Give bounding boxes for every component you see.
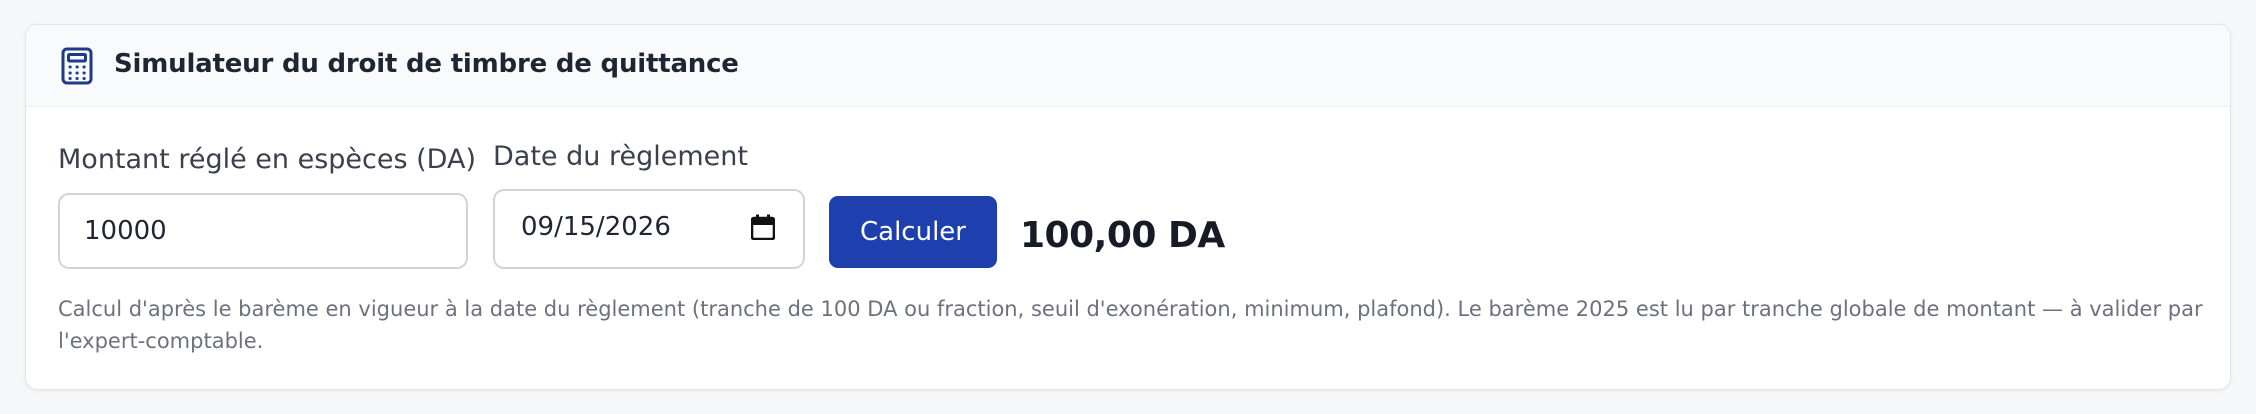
card-title: Simulateur du droit de timbre de quittan… [114, 49, 739, 79]
card-header: Simulateur du droit de timbre de quittan… [26, 25, 2230, 107]
calculation-note: Calcul d'après le barème en vigueur à la… [58, 297, 2203, 353]
stamp-duty-simulator-card: Simulateur du droit de timbre de quittan… [25, 24, 2231, 390]
amount-input[interactable] [58, 193, 468, 269]
calculate-button[interactable]: Calculer [829, 196, 997, 268]
calculator-icon [60, 46, 94, 86]
calendar-icon[interactable] [750, 214, 776, 241]
date-label: Date du règlement [493, 141, 748, 172]
result-amount: 100,00 DA [1020, 215, 1225, 256]
date-value: 09/15/2026 [521, 212, 671, 242]
date-input[interactable]: 09/15/2026 [493, 189, 805, 269]
amount-label: Montant réglé en espèces (DA) [58, 144, 476, 175]
